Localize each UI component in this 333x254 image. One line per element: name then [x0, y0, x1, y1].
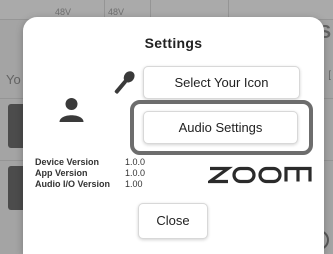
select-icon-button[interactable]: Select Your Icon [143, 66, 300, 99]
microphone-icon [114, 71, 135, 94]
app-version-label: App Version [35, 168, 88, 178]
device-version-value: 1.0.0 [125, 157, 146, 167]
dialog-title: Settings [144, 35, 203, 51]
version-row: App Version 1.0.0 [35, 168, 145, 179]
version-info: Device Version 1.0.0 App Version 1.0.0 A… [35, 157, 145, 190]
close-button[interactable]: Close [138, 203, 208, 239]
zoom-logo [208, 166, 312, 184]
version-row: Audio I/O Version 1.00 [35, 179, 145, 190]
audio-io-version-value: 1.00 [125, 179, 143, 189]
user-avatar-icon [59, 98, 84, 122]
version-row: Device Version 1.0.0 [35, 157, 145, 168]
settings-dialog: Settings Select Your Icon Audio Settings… [23, 17, 324, 254]
app-version-value: 1.0.0 [125, 168, 146, 178]
audio-settings-button[interactable]: Audio Settings [143, 111, 298, 144]
audio-io-version-label: Audio I/O Version [35, 179, 111, 189]
device-version-label: Device Version [35, 157, 100, 167]
